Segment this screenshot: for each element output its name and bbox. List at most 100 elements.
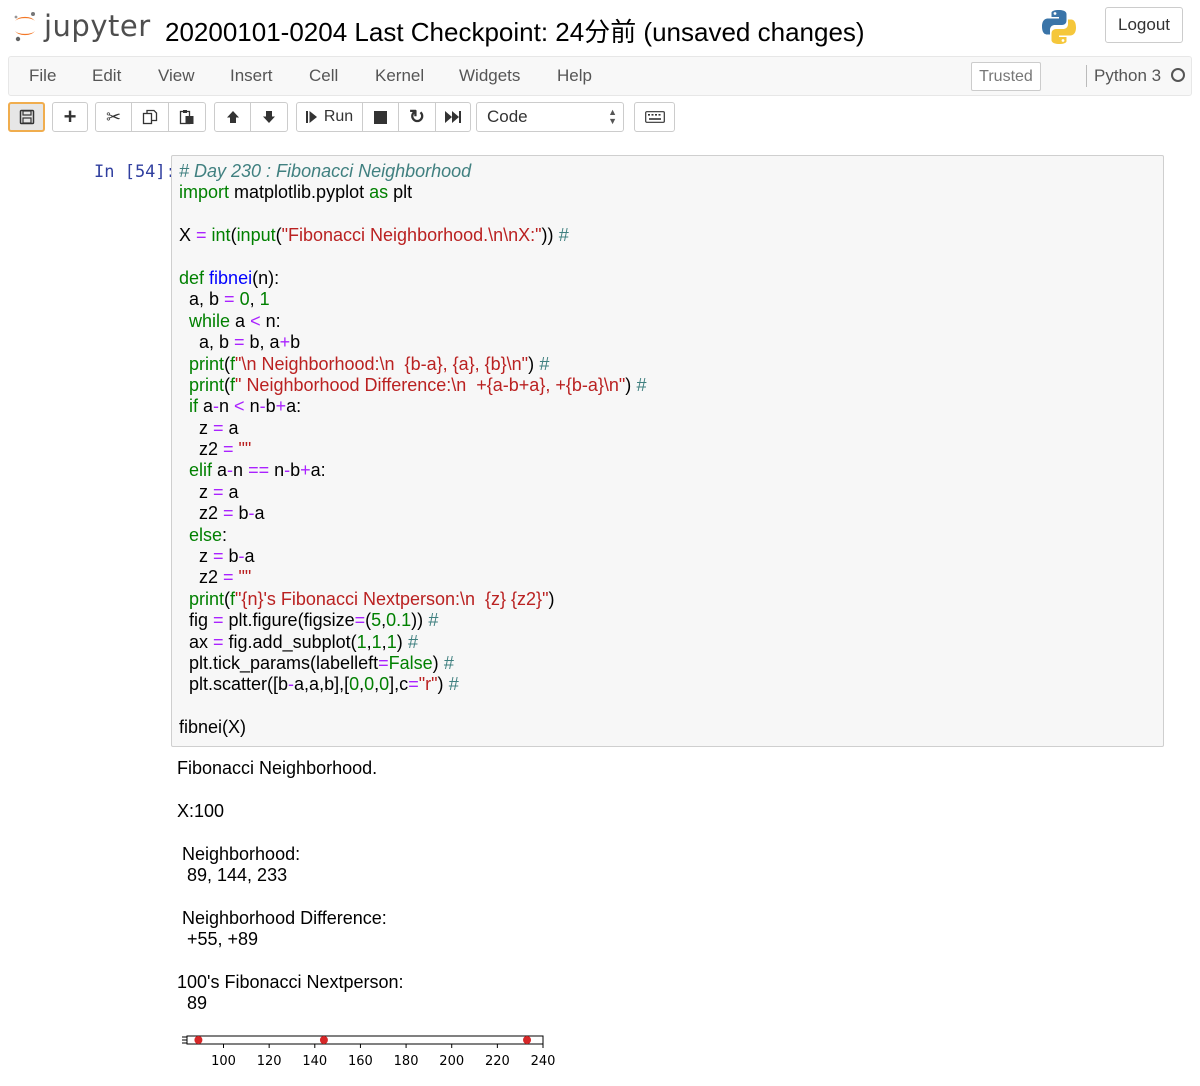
scatter-point — [194, 1036, 203, 1044]
save-button[interactable] — [8, 102, 45, 132]
code-line: import matplotlib.pyplot as plt — [179, 182, 413, 203]
header: jupyter 20200101-0204 Last Checkpoint: 2… — [0, 0, 1200, 56]
kernel-name[interactable]: Python 3 — [1094, 66, 1161, 86]
menubar: File Edit View Insert Cell Kernel Widget… — [8, 56, 1192, 96]
output-line: 100's Fibonacci Nextperson: — [177, 971, 404, 992]
x-tick-label: 120 — [257, 1054, 282, 1069]
copy-icon — [142, 109, 158, 125]
code-editor[interactable]: # Day 230 : Fibonacci Neighborhood import… — [179, 161, 646, 739]
run-icon — [305, 111, 317, 123]
code-line: z2 = "" — [179, 439, 252, 460]
input-prompt: In [54]: — [94, 162, 176, 182]
logo-text: jupyter — [44, 9, 151, 43]
code-line: z = a — [179, 481, 239, 502]
x-tick-label: 200 — [439, 1054, 464, 1069]
code-line: fibnei(X) — [179, 717, 247, 738]
menu-cell[interactable]: Cell — [309, 66, 338, 86]
menu-edit[interactable]: Edit — [92, 66, 121, 86]
logout-button[interactable]: Logout — [1105, 7, 1183, 43]
cell-output: Fibonacci Neighborhood. X:100 Neighborho… — [177, 758, 404, 1015]
x-tick-label: 240 — [531, 1054, 556, 1069]
cell-type-select[interactable]: Code ▲ ▼ — [476, 102, 624, 132]
toolbar: + ✂ Run ↻ Code ▲ ▼ — [0, 96, 1200, 140]
scatter-plot: 100 120 140 160 180 200 220 240 — [177, 1020, 557, 1085]
kernel-status-icon — [1171, 68, 1185, 82]
code-line: X = int(input("Fibonacci Neighborhood.\n… — [179, 225, 569, 246]
menu-insert[interactable]: Insert — [230, 66, 273, 86]
code-line: a, b = 0, 1 — [179, 289, 270, 310]
scatter-plot-svg: 100 120 140 160 180 200 220 240 — [182, 1035, 556, 1069]
restart-run-all-button[interactable] — [435, 102, 471, 132]
menu-widgets[interactable]: Widgets — [459, 66, 520, 86]
code-line: ax = fig.add_subplot(1,1,1) # — [179, 631, 418, 652]
code-line: def fibnei(n): — [179, 267, 280, 288]
menu-view[interactable]: View — [158, 66, 195, 86]
output-line: X:100 — [177, 800, 225, 821]
python-logo-icon — [1040, 8, 1078, 51]
save-icon — [19, 109, 34, 125]
keyboard-icon — [644, 111, 665, 123]
insert-cell-button[interactable]: + — [52, 102, 88, 132]
paste-button[interactable] — [168, 102, 206, 132]
code-line: print(f"{n}'s Fibonacci Nextperson:\n {z… — [189, 588, 555, 609]
jupyter-logo[interactable]: jupyter — [12, 8, 151, 44]
plot-axes-frame — [186, 1035, 544, 1045]
code-line: print(f"\n Neighborhood:\n {b-a}, {a}, {… — [189, 353, 550, 374]
code-line: z2 = "" — [179, 567, 252, 588]
output-line: 89, 144, 233 — [177, 864, 288, 885]
cut-button[interactable]: ✂ — [95, 102, 132, 132]
code-line: z = b-a — [179, 546, 255, 567]
x-tick-label: 100 — [211, 1054, 236, 1069]
cell-type-value: Code — [487, 107, 528, 126]
menu-file[interactable]: File — [29, 66, 56, 86]
restart-button[interactable]: ↻ — [398, 102, 436, 132]
code-line: if a-n < n-b+a: — [189, 396, 302, 417]
x-tick-label: 220 — [485, 1054, 510, 1069]
trusted-indicator[interactable]: Trusted — [971, 62, 1041, 91]
move-down-button[interactable] — [250, 102, 288, 132]
output-line: Neighborhood: — [177, 843, 301, 864]
code-cell-input[interactable]: # Day 230 : Fibonacci Neighborhood import… — [171, 155, 1164, 747]
code-line: z = a — [179, 417, 239, 438]
code-line: print(f" Neighborhood Difference:\n +{a-… — [189, 374, 647, 395]
fast-forward-icon — [445, 111, 461, 123]
code-line: fig = plt.figure(figsize=(5,0.1)) # — [179, 610, 439, 631]
restart-icon: ↻ — [409, 106, 425, 128]
code-line: a, b = b, a+b — [179, 332, 301, 353]
code-line: z2 = b-a — [179, 503, 265, 524]
interrupt-button[interactable] — [362, 102, 399, 132]
move-up-button[interactable] — [214, 102, 251, 132]
notebook-area: In [54]: # Day 230 : Fibonacci Neighborh… — [0, 140, 1200, 1086]
notebook-title[interactable]: 20200101-0204 Last Checkpoint: 24分前 (uns… — [165, 12, 865, 49]
x-tick-label: 180 — [394, 1054, 419, 1069]
scatter-point — [319, 1036, 328, 1044]
code-line: while a < n: — [189, 310, 281, 331]
code-line: plt.scatter([b-a,a,b],[0,0,0],c="r") # — [179, 674, 459, 695]
menu-kernel[interactable]: Kernel — [375, 66, 424, 86]
code-line: # Day 230 : Fibonacci Neighborhood — [179, 161, 472, 181]
paste-icon — [179, 110, 194, 125]
run-button[interactable]: Run — [296, 102, 363, 132]
x-tick-label: 140 — [302, 1054, 327, 1069]
code-line: plt.tick_params(labelleft=False) # — [179, 652, 454, 673]
jupyter-logo-icon — [14, 12, 35, 42]
scatter-point — [523, 1036, 532, 1044]
copy-button[interactable] — [131, 102, 169, 132]
plus-icon: + — [63, 104, 77, 129]
code-line: else: — [189, 524, 228, 545]
output-line: Neighborhood Difference: — [177, 907, 387, 928]
select-arrows-icon: ▲ ▼ — [608, 107, 617, 126]
menu-help[interactable]: Help — [557, 66, 592, 86]
x-tick-label: 160 — [348, 1054, 373, 1069]
output-line: Fibonacci Neighborhood. — [177, 758, 378, 778]
scissors-icon: ✂ — [105, 106, 122, 127]
command-palette-button[interactable] — [634, 102, 675, 132]
code-line: elif a-n == n-b+a: — [189, 460, 326, 481]
arrow-down-icon — [263, 111, 275, 123]
